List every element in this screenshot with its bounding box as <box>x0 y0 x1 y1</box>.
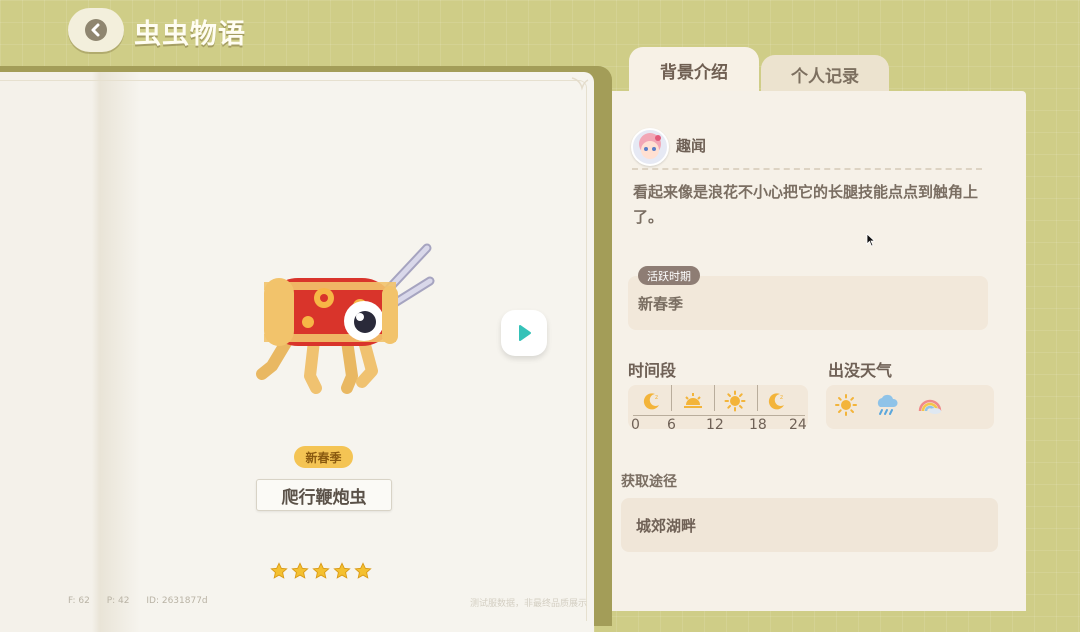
active-period-tag: 活跃时期 <box>638 266 700 285</box>
sunrise-icon <box>684 393 702 408</box>
debug-stats: F: 62 P: 42 ID: 2631877d <box>68 596 222 606</box>
source-value: 城郊湖畔 <box>636 517 697 535</box>
star-icon <box>354 562 372 579</box>
debug-f: F: 62 <box>68 596 90 606</box>
svg-text:z: z <box>655 394 658 401</box>
star-icon <box>312 562 330 579</box>
active-period-value: 新春季 <box>638 295 684 313</box>
debug-p: P: 42 <box>106 596 130 606</box>
play-right-icon <box>519 325 531 341</box>
rarity-stars <box>270 562 372 580</box>
time-tick: 12 <box>706 417 724 433</box>
moon-icon: z <box>643 393 659 410</box>
svg-text:z: z <box>780 394 783 401</box>
divider <box>632 168 982 170</box>
time-tick: 24 <box>789 417 807 433</box>
bug-name: 爬行鞭炮虫 <box>256 479 392 511</box>
corner-ornament-icon <box>571 77 589 91</box>
season-badge: 新春季 <box>294 446 353 468</box>
rainbow-icon <box>918 399 942 414</box>
source-label: 获取途径 <box>621 474 677 490</box>
back-button[interactable] <box>68 8 124 52</box>
avatar <box>631 128 669 166</box>
sunny-icon <box>835 394 857 416</box>
time-separator <box>714 385 715 411</box>
rain-icon <box>877 394 898 415</box>
trivia-text: 看起来像是浪花不小心把它的长腿技能点点到触角上了。 <box>633 183 979 226</box>
tab-background-intro[interactable]: 背景介绍 <box>629 47 759 93</box>
time-period-label: 时间段 <box>628 361 677 380</box>
moon-icon: z <box>768 393 784 410</box>
time-tick: 0 <box>631 417 640 433</box>
firecracker-bug-illustration <box>256 243 435 394</box>
time-separator <box>757 385 758 411</box>
debug-id: ID: 2631877d <box>146 596 208 606</box>
chevron-left-icon <box>85 19 107 41</box>
star-icon <box>291 562 309 579</box>
page-title: 虫虫物语 <box>134 19 246 50</box>
avatar-character-icon <box>639 133 661 159</box>
mouse-cursor-icon <box>866 233 876 247</box>
trivia-label: 趣闻 <box>676 137 707 155</box>
time-separator <box>671 385 672 411</box>
tab-personal-records[interactable]: 个人记录 <box>761 55 889 93</box>
watermark: 测试服数据，非最终品质展示 <box>470 599 588 609</box>
sun-icon <box>724 390 746 412</box>
star-icon <box>270 562 288 579</box>
next-bug-button[interactable] <box>501 310 547 356</box>
time-axis <box>633 415 805 416</box>
weather-label: 出没天气 <box>828 361 893 380</box>
time-tick: 18 <box>749 417 767 433</box>
star-icon <box>333 562 351 579</box>
time-tick: 6 <box>667 417 676 433</box>
